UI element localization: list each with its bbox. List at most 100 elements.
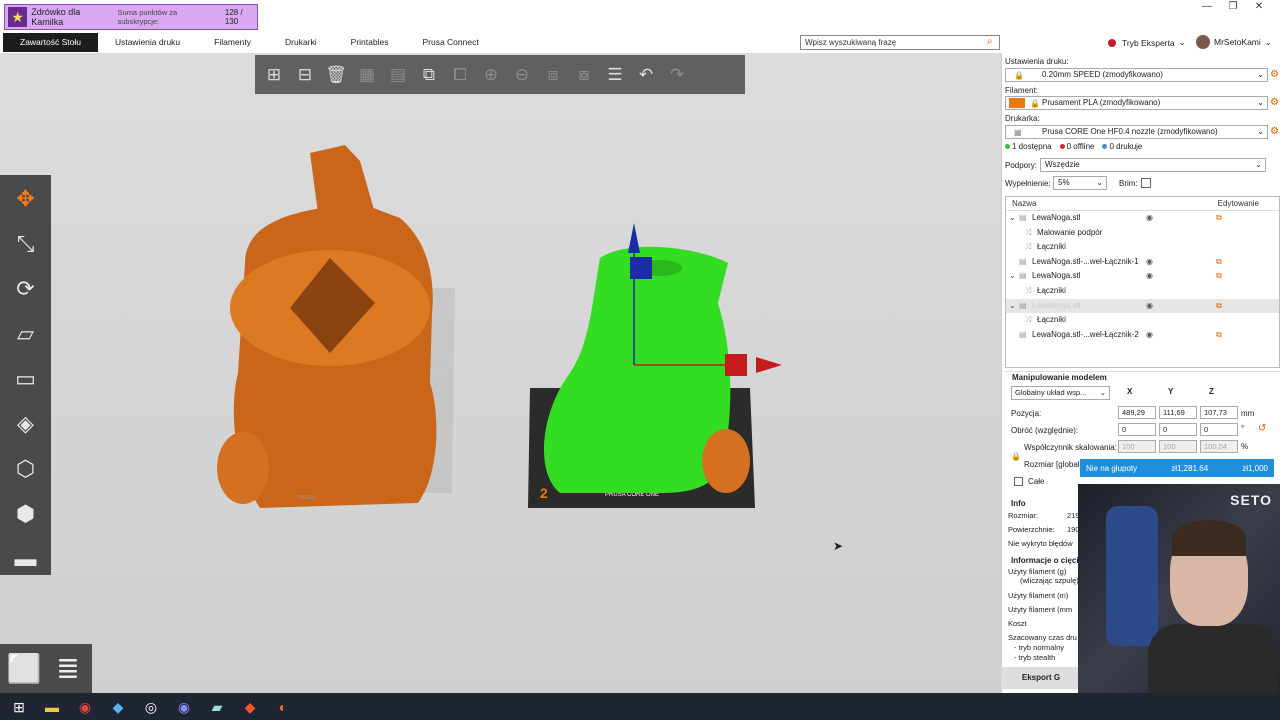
- edit-icon[interactable]: ⧉: [1216, 299, 1222, 314]
- eye-icon[interactable]: ◉: [1146, 255, 1153, 270]
- edit-icon[interactable]: ⧉: [1216, 269, 1222, 284]
- printer-icon: ▦: [1014, 128, 1022, 137]
- axis-x-label: X: [1127, 387, 1133, 396]
- move-tool-icon[interactable]: ✥: [9, 181, 43, 217]
- rotation-y-input[interactable]: 0: [1159, 423, 1197, 436]
- 3d-view-icon[interactable]: ⬜: [6, 651, 42, 687]
- chrome-icon[interactable]: ◉: [74, 696, 96, 718]
- scale-y-input[interactable]: 100: [1159, 440, 1197, 453]
- eye-icon[interactable]: ◉: [1146, 269, 1153, 284]
- reset-rotation-icon[interactable]: ↺: [1258, 423, 1266, 434]
- object-list-row[interactable]: ⌄ ▤ LewaNoga.stl ◉ ⧉: [1006, 298, 1279, 314]
- position-y-input[interactable]: 111,69: [1159, 406, 1197, 419]
- eye-icon[interactable]: ◉: [1146, 299, 1153, 314]
- object-list-row[interactable]: ⤨ Łączniki: [1006, 284, 1279, 299]
- 3d-viewport[interactable]: ⊞ ⊟ 🗑 ▦ ▤ ⧉ ⧠ ⊕ ⊖ ⧈ ⧇ ☰ ↶ ↷ PRUSA 2 PRUS…: [0, 53, 1001, 694]
- tab-print-settings[interactable]: Ustawienia druku: [98, 33, 197, 52]
- overlay-title: Zdrówko dla Kamilka: [31, 7, 81, 27]
- filament-g-label: Użyty filament (g): [1008, 567, 1067, 576]
- edit-icon[interactable]: ⧉: [1216, 211, 1222, 226]
- maximize-button[interactable]: ❐: [1220, 0, 1246, 14]
- search-icon[interactable]: ⌕: [987, 36, 993, 47]
- supports-select[interactable]: Wszędzie ⌄: [1040, 158, 1266, 172]
- filament-select[interactable]: 🔒 Prusament PLA (zmodyfikowano) ⌄: [1005, 96, 1268, 110]
- axis-y-label: Y: [1168, 387, 1174, 396]
- position-z-input[interactable]: 107,73: [1200, 406, 1238, 419]
- chevron-down-icon[interactable]: ⌄: [1009, 211, 1016, 226]
- brim-label: Brim:: [1119, 179, 1138, 188]
- rotation-label: Obróć (względnie):: [1011, 426, 1079, 435]
- scale-tool-icon[interactable]: ⤡: [9, 226, 43, 262]
- app-icon[interactable]: ◆: [107, 696, 129, 718]
- chevron-down-icon: ⌄: [1257, 70, 1264, 79]
- object-list-row[interactable]: ▤ LewaNoga.stl-...wel-Łącznik-1 ◉ ⧉: [1006, 255, 1279, 270]
- mode-selector[interactable]: Tryb Eksperta ⌄: [1106, 36, 1186, 49]
- search-input[interactable]: Wpisz wyszukiwaną frazę: [800, 35, 1000, 50]
- expert-mode-icon: [1106, 36, 1118, 49]
- seam-painting-icon[interactable]: ⬡: [9, 451, 43, 487]
- position-x-input[interactable]: 489,29: [1118, 406, 1156, 419]
- eye-icon[interactable]: ◉: [1146, 328, 1153, 343]
- plate-number: 2: [540, 485, 548, 501]
- object-name: Łączniki: [1037, 285, 1066, 295]
- edit-icon[interactable]: ⧉: [1216, 255, 1222, 270]
- measure-tool-icon[interactable]: ▬: [9, 541, 43, 577]
- settings-gear-icon[interactable]: ⚙: [1270, 69, 1279, 80]
- object-list-row[interactable]: ⌄ ▤ LewaNoga.stl ◉ ⧉: [1006, 269, 1279, 284]
- infill-select[interactable]: 5% ⌄: [1053, 176, 1107, 190]
- mmu-painting-icon[interactable]: ⬢: [9, 496, 43, 532]
- filament-gear-icon[interactable]: ⚙: [1270, 97, 1279, 108]
- eye-icon[interactable]: ◉: [1146, 211, 1153, 226]
- cut-tool-icon[interactable]: ▭: [9, 361, 43, 397]
- overlay-subtitle: Suma punktów za subskrypcje:: [117, 8, 178, 26]
- rotate-tool-icon[interactable]: ⟳: [9, 271, 43, 307]
- whole-checkbox[interactable]: [1014, 477, 1023, 486]
- chevron-down-icon: ⌄: [1178, 37, 1186, 47]
- filament-color-swatch[interactable]: [1009, 98, 1025, 108]
- view-toggle: ⬜ ≣: [0, 644, 92, 694]
- scale-x-input[interactable]: 100: [1118, 440, 1156, 453]
- object-list-row[interactable]: ⤨ Łączniki: [1006, 240, 1279, 255]
- obs-icon[interactable]: ◎: [140, 696, 162, 718]
- discord-icon[interactable]: ◉: [173, 696, 195, 718]
- rotation-x-input[interactable]: 0: [1118, 423, 1156, 436]
- edit-icon[interactable]: ⧉: [1216, 328, 1222, 343]
- brim-checkbox[interactable]: [1141, 178, 1151, 188]
- print-settings-select[interactable]: 🔒 0.20mm SPEED (zmodyfikowano) ⌄: [1005, 68, 1268, 82]
- lock-scale-icon[interactable]: 🔒: [1011, 452, 1021, 461]
- windows-start-icon[interactable]: ⊞: [8, 696, 30, 718]
- close-button[interactable]: ✕: [1246, 0, 1272, 14]
- printer-gear-icon[interactable]: ⚙: [1270, 126, 1279, 137]
- place-on-face-icon[interactable]: ▱: [9, 316, 43, 352]
- object-list-row[interactable]: ⤨ Malowanie podpór: [1006, 226, 1279, 241]
- sub-item-icon: ⤨: [1025, 227, 1032, 237]
- left-toolbar: ✥ ⤡ ⟳ ▱ ▭ ◈ ⬡ ⬢ ▬: [0, 175, 51, 575]
- tab-plate[interactable]: Zawartość Stołu: [3, 33, 98, 52]
- notes-icon[interactable]: ▰: [206, 696, 228, 718]
- user-menu[interactable]: MrSetoKami ⌄: [1196, 35, 1272, 49]
- object-list-row[interactable]: ⤨ Łączniki: [1006, 313, 1279, 328]
- rotation-z-input[interactable]: 0: [1200, 423, 1238, 436]
- export-gcode-button[interactable]: Eksport G: [1001, 667, 1081, 689]
- scale-z-input[interactable]: 100,04: [1200, 440, 1238, 453]
- overlay-count: 128 / 130: [224, 8, 243, 26]
- printer-select[interactable]: ▦ Prusa CORE One HF0.4 nozzle (zmodyfiko…: [1005, 125, 1268, 139]
- chevron-down-icon[interactable]: ⌄: [1009, 269, 1016, 284]
- filament-m-label: Użyty filament (m): [1008, 591, 1069, 600]
- donation-amount: zł1,281.64: [1171, 463, 1209, 473]
- object-list-row[interactable]: ▤ LewaNoga.stl-...wel-Łącznik-2 ◉ ⧉: [1006, 328, 1279, 343]
- tab-printers[interactable]: Drukarki: [268, 33, 334, 52]
- tab-printables[interactable]: Printables: [334, 33, 406, 52]
- support-painting-icon[interactable]: ◈: [9, 406, 43, 442]
- brave-icon[interactable]: ◆: [239, 696, 261, 718]
- prusaslicer-icon[interactable]: ◐: [272, 696, 294, 718]
- chevron-down-icon[interactable]: ⌄: [1009, 299, 1016, 314]
- object-list-row[interactable]: ⌄ ▤ LewaNoga.stl ◉ ⧉: [1006, 211, 1279, 226]
- webcam-chair: [1106, 506, 1158, 646]
- preview-view-icon[interactable]: ≣: [50, 651, 86, 687]
- minimize-button[interactable]: —: [1194, 0, 1220, 14]
- tab-prusa-connect[interactable]: Prusa Connect: [405, 33, 495, 52]
- coord-system-select[interactable]: Globalny układ wsp... ⌄: [1011, 386, 1110, 400]
- tab-filaments[interactable]: Filamenty: [197, 33, 268, 52]
- file-explorer-icon[interactable]: ▬: [41, 696, 63, 718]
